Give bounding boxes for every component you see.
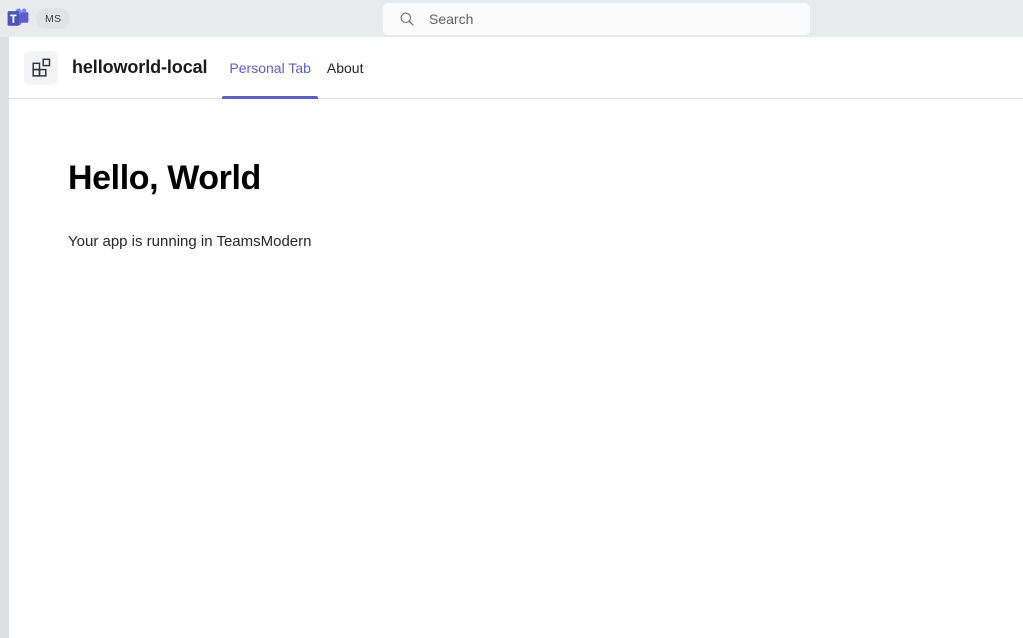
app-title: helloworld-local bbox=[72, 57, 208, 77]
tab-about[interactable]: About bbox=[319, 37, 372, 99]
app-frame: helloworld-local Personal Tab About Hell… bbox=[9, 37, 1023, 638]
search-icon bbox=[399, 11, 415, 27]
teams-logo-icon[interactable] bbox=[7, 8, 29, 29]
tab-label: Personal Tab bbox=[229, 59, 311, 76]
page-title: Hello, World bbox=[68, 159, 261, 197]
left-gutter bbox=[0, 37, 9, 638]
apps-grid-icon bbox=[24, 50, 58, 85]
app-header: helloworld-local Personal Tab About bbox=[9, 37, 1023, 99]
status-text: Your app is running in TeamsModern bbox=[68, 233, 312, 251]
main-content: Hello, World Your app is running in Team… bbox=[9, 99, 1023, 252]
top-bar: MS Search bbox=[0, 0, 1023, 37]
org-badge[interactable]: MS bbox=[36, 8, 71, 29]
tab-personal-tab[interactable]: Personal Tab bbox=[221, 37, 319, 99]
search-placeholder: Search bbox=[429, 11, 474, 27]
tab-label: About bbox=[326, 59, 364, 76]
tab-bar: Personal Tab About bbox=[221, 37, 371, 99]
search-input[interactable]: Search bbox=[383, 3, 810, 35]
